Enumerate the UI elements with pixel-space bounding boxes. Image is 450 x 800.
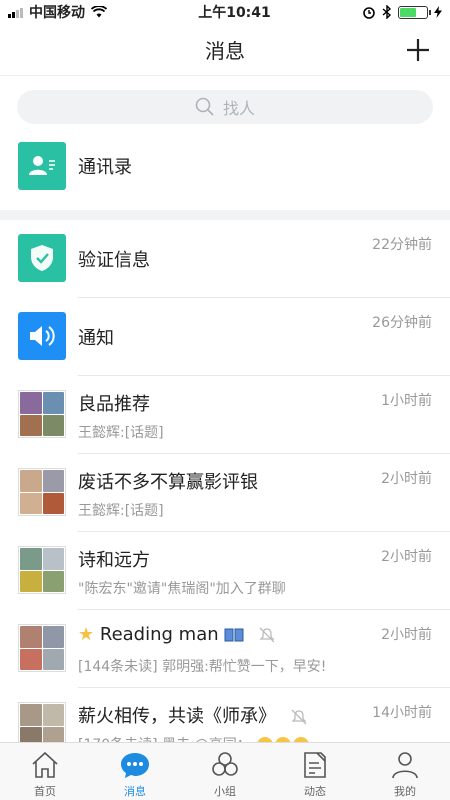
tab-messages[interactable]: 消息 <box>90 743 180 800</box>
status-bar: 中国移动 上午10:41 <box>0 0 450 24</box>
profile-icon <box>392 752 418 779</box>
group-avatar <box>18 546 66 594</box>
tab-group[interactable]: 小组 <box>180 743 270 800</box>
item-time: 2小时前 <box>381 471 432 487</box>
contacts-label: 通讯录 <box>78 157 132 178</box>
group-icon <box>212 752 238 776</box>
wifi-icon <box>91 6 107 18</box>
message-icon <box>121 753 149 778</box>
list-item-notice[interactable]: 通知 26分钟前 <box>0 298 450 376</box>
list-item-verification[interactable]: 验证信息 22分钟前 <box>0 220 450 298</box>
tab-bar: 首页 消息 小组 动态 我的 <box>0 742 450 800</box>
tab-profile[interactable]: 我的 <box>360 743 450 800</box>
item-name: 诗和远方 <box>78 550 150 571</box>
tab-home[interactable]: 首页 <box>0 743 90 800</box>
mute-bell-icon <box>291 709 307 725</box>
add-icon[interactable] <box>404 36 432 64</box>
group-avatar <box>18 390 66 438</box>
clock: 上午10:41 <box>198 5 271 21</box>
page-title: 消息 <box>205 39 245 63</box>
battery-icon <box>397 5 431 19</box>
item-time: 22分钟前 <box>372 237 432 253</box>
search-placeholder: 找人 <box>222 99 255 118</box>
item-time: 1小时前 <box>381 393 432 409</box>
home-icon <box>32 751 58 778</box>
item-preview: "陈宏东"邀请"焦瑞阁"加入了群聊 <box>78 581 286 597</box>
item-preview: 王懿辉:[话题] <box>78 503 164 519</box>
carrier-label: 中国移动 <box>29 5 85 21</box>
item-name: 良品推荐 <box>78 394 150 415</box>
alarm-icon <box>363 7 375 19</box>
tab-label: 首页 <box>34 785 56 798</box>
tab-feed[interactable]: 动态 <box>270 743 360 800</box>
list-item-group[interactable]: 废话不多不算赢影评银 2小时前 王懿辉:[话题] <box>0 454 450 532</box>
item-preview: 王懿辉:[话题] <box>78 425 164 441</box>
message-list: 验证信息 22分钟前 通知 26分钟前 良品推荐 1小时前 王懿辉:[话题] 废… <box>0 220 450 766</box>
feed-icon <box>304 752 326 778</box>
list-item-group[interactable]: 诗和远方 2小时前 "陈宏东"邀请"焦瑞阁"加入了群聊 <box>0 532 450 610</box>
item-name: Reading man <box>99 624 219 645</box>
tab-label: 小组 <box>214 785 236 798</box>
bluetooth-icon <box>382 5 392 19</box>
search-input[interactable]: 找人 <box>17 90 433 124</box>
section-divider <box>0 210 450 220</box>
item-preview: [144条未读] 郭明强:帮忙赞一下，早安! <box>78 659 327 675</box>
list-item-group[interactable]: 良品推荐 1小时前 王懿辉:[话题] <box>0 376 450 454</box>
signal-icon <box>8 7 23 18</box>
mute-bell-icon <box>259 627 275 643</box>
search-icon <box>195 97 214 116</box>
item-name: 废话不多不算赢影评银 <box>78 472 258 493</box>
item-name: 通知 <box>78 328 114 349</box>
item-time: 14小时前 <box>372 705 432 721</box>
star-icon: ★ <box>78 624 95 645</box>
tab-label: 动态 <box>304 785 326 798</box>
speaker-icon <box>18 312 66 360</box>
nav-bar: 消息 <box>0 24 450 76</box>
charging-icon <box>433 6 442 18</box>
tab-label: 消息 <box>124 785 146 798</box>
shield-check-icon <box>18 234 66 282</box>
group-avatar <box>18 468 66 516</box>
contacts-entry[interactable]: 通讯录 <box>0 136 450 196</box>
item-name: 验证信息 <box>78 250 150 271</box>
item-time: 26分钟前 <box>372 315 432 331</box>
list-item-group[interactable]: ★ Reading man 2小时前 [144条未读] 郭明强:帮忙赞一下，早安… <box>0 610 450 688</box>
group-avatar <box>18 624 66 672</box>
item-name-row: 薪火相传，共读《师承》 <box>78 702 308 728</box>
item-name: 薪火相传，共读《师承》 <box>78 706 276 727</box>
item-time: 2小时前 <box>381 549 432 565</box>
book-icon <box>224 628 244 642</box>
tab-label: 我的 <box>394 785 416 798</box>
item-name-row: ★ Reading man <box>78 624 276 645</box>
item-time: 2小时前 <box>381 627 432 643</box>
contacts-icon <box>18 142 66 190</box>
